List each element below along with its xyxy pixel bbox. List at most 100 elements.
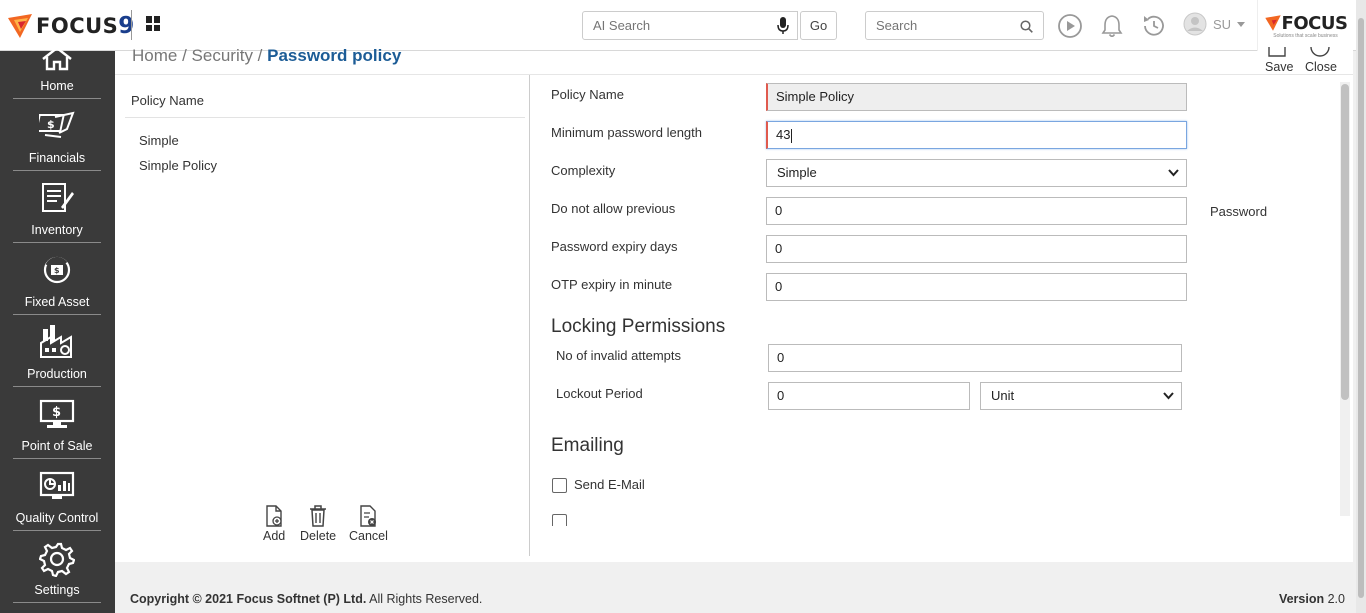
- sidebar-item-label: Fixed Asset: [24, 295, 90, 309]
- scrollbar-thumb[interactable]: [1341, 84, 1349, 400]
- svg-text:$: $: [52, 405, 61, 420]
- sidebar-item-label: Point of Sale: [21, 439, 93, 453]
- otp-expiry-field[interactable]: 0: [766, 273, 1187, 301]
- expiry-days-field[interactable]: 0: [766, 235, 1187, 263]
- inventory-icon: [42, 183, 74, 212]
- app-grid-icon[interactable]: [146, 16, 161, 31]
- emailing-heading: Emailing: [551, 435, 624, 456]
- sidebar: Home $ Financials Inventory $ Fixed Asse…: [0, 47, 115, 613]
- microphone-icon[interactable]: [777, 17, 789, 35]
- page-scrollbar-thumb[interactable]: [1358, 18, 1364, 598]
- lockout-period-field[interactable]: 0: [768, 382, 970, 410]
- locking-permissions-heading: Locking Permissions: [551, 316, 726, 337]
- sidebar-item-point-of-sale[interactable]: $ Point of Sale: [13, 387, 101, 459]
- expiry-days-label: Password expiry days: [551, 239, 678, 254]
- point-of-sale-icon: $: [39, 399, 75, 428]
- brand-logo: FOCUS Solutions that scale business: [1257, 0, 1353, 51]
- version-info: Version 2.0: [1279, 592, 1345, 606]
- sidebar-item-label: Home: [40, 79, 74, 93]
- footer: Copyright © 2021 Focus Softnet (P) Ltd. …: [115, 585, 1356, 613]
- rights-text: All Rights Reserved.: [369, 592, 483, 606]
- save-button[interactable]: Save: [1265, 47, 1294, 74]
- next-checkbox-partial[interactable]: [552, 514, 567, 526]
- otp-expiry-label: OTP expiry in minute: [551, 277, 673, 292]
- cancel-label: Cancel: [349, 529, 388, 543]
- page-scrollbar[interactable]: [1356, 0, 1366, 613]
- trash-icon: [310, 505, 327, 527]
- cancel-button[interactable]: Cancel: [349, 505, 388, 543]
- add-document-icon: [266, 505, 282, 527]
- close-label: Close: [1305, 60, 1337, 74]
- main-content: Home / Security / Password policy Save C…: [115, 46, 1353, 562]
- brand-tagline: Solutions that scale business: [1273, 32, 1338, 39]
- ai-search-input[interactable]: [583, 12, 763, 39]
- quality-control-icon: [39, 471, 75, 499]
- save-icon: [1268, 47, 1286, 57]
- history-icon[interactable]: [1141, 13, 1167, 39]
- breadcrumb-current: Password policy: [267, 46, 402, 65]
- cancel-document-icon: [360, 505, 377, 527]
- sidebar-item-financials[interactable]: $ Financials: [13, 99, 101, 171]
- do-not-allow-field[interactable]: 0: [766, 197, 1187, 225]
- divider: [131, 10, 132, 40]
- user-menu[interactable]: SU: [1183, 12, 1246, 36]
- search-icon[interactable]: [1020, 20, 1033, 33]
- go-button[interactable]: Go: [800, 11, 837, 40]
- policy-form: Policy Name Simple Policy Minimum passwo…: [551, 75, 1343, 526]
- sidebar-item-settings[interactable]: Settings: [13, 531, 101, 603]
- avatar-icon: [1183, 12, 1207, 36]
- complexity-select[interactable]: Simple: [766, 159, 1187, 187]
- delete-button[interactable]: Delete: [300, 505, 336, 543]
- play-icon[interactable]: [1057, 13, 1083, 39]
- sidebar-item-label: Inventory: [31, 223, 83, 237]
- chevron-down-icon: [1163, 392, 1174, 400]
- copyright-text: Copyright © 2021 Focus Softnet (P) Ltd. …: [130, 592, 482, 606]
- invalid-attempts-field[interactable]: 0: [768, 344, 1182, 372]
- list-item[interactable]: Simple Policy: [139, 158, 217, 173]
- chevron-down-icon: [1168, 169, 1179, 177]
- sidebar-item-label: Production: [27, 367, 87, 381]
- version-value: 2.0: [1327, 592, 1345, 606]
- user-initials: SU: [1213, 16, 1232, 32]
- close-icon: [1310, 47, 1330, 57]
- sidebar-item-label: Settings: [34, 583, 80, 597]
- sidebar-item-inventory[interactable]: Inventory: [13, 171, 101, 243]
- lockout-unit-value: Unit: [991, 388, 1015, 403]
- home-icon: [42, 47, 72, 71]
- search-input[interactable]: [866, 12, 1006, 39]
- search-box: [865, 11, 1044, 40]
- version-label: Version: [1278, 592, 1325, 606]
- list-item[interactable]: Simple: [139, 133, 179, 148]
- policy-name-field[interactable]: Simple Policy: [766, 83, 1187, 111]
- brand-text: FOCUS: [1281, 12, 1348, 34]
- text-cursor: [791, 128, 793, 143]
- sidebar-item-label: Quality Control: [15, 511, 99, 525]
- sidebar-item-production[interactable]: Production: [13, 315, 101, 387]
- breadcrumb-home[interactable]: Home /: [132, 46, 187, 65]
- min-length-label: Minimum password length: [551, 125, 703, 140]
- breadcrumb-security[interactable]: Security /: [192, 46, 263, 65]
- breadcrumb: Home / Security / Password policy: [132, 46, 401, 66]
- close-button[interactable]: Close: [1305, 47, 1337, 74]
- complexity-label: Complexity: [551, 163, 616, 178]
- complexity-value: Simple: [777, 165, 817, 180]
- sidebar-item-home[interactable]: Home: [13, 27, 101, 99]
- send-email-checkbox[interactable]: [552, 478, 567, 493]
- sidebar-item-label: Financials: [28, 151, 86, 165]
- sidebar-item-fixed-asset[interactable]: $ Fixed Asset: [13, 243, 101, 315]
- top-bar: FOCUS9 Go: [0, 0, 1366, 51]
- svg-text:$: $: [47, 118, 55, 131]
- lockout-unit-select[interactable]: Unit: [980, 382, 1182, 410]
- copyright-prefix: Copyright © 2021: [130, 592, 233, 606]
- focus-brand-icon: [1264, 15, 1281, 31]
- sidebar-item-quality-control[interactable]: Quality Control: [13, 459, 101, 531]
- form-scrollbar[interactable]: [1340, 82, 1350, 516]
- production-icon: [40, 325, 72, 358]
- svg-text:$: $: [54, 266, 60, 275]
- add-button[interactable]: Add: [263, 505, 285, 543]
- min-length-value: 43: [776, 127, 791, 142]
- notification-bell-icon[interactable]: [1099, 13, 1125, 39]
- min-length-field[interactable]: 43: [766, 121, 1187, 149]
- save-label: Save: [1265, 60, 1294, 74]
- invalid-attempts-label: No of invalid attempts: [556, 348, 682, 363]
